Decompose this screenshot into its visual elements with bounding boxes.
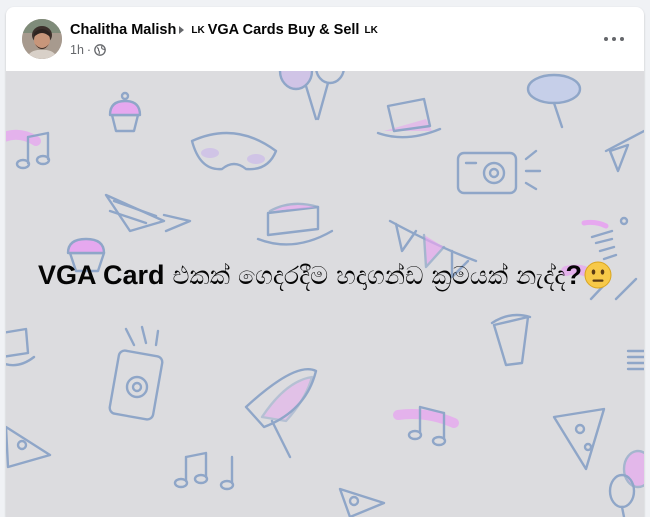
- post-text-question-mark: ?: [565, 260, 582, 290]
- post-text-body: එකක් ගෙදරදීම හදාගන්ඩ ක්‍රමයක් නැද්ද: [164, 261, 566, 290]
- flag-label: LK: [191, 25, 205, 36]
- more-options-icon[interactable]: [598, 23, 630, 55]
- post-meta: Chalitha Malish LK VGA Cards Buy & Sell LK …: [70, 21, 381, 58]
- avatar[interactable]: [22, 19, 62, 59]
- post-time[interactable]: 1h: [70, 43, 84, 57]
- post-text: VGA Card එකක් ගෙදරදීම හදාගන්ඩ ක්‍රමයක් න…: [26, 253, 624, 298]
- post-title-line: Chalitha Malish LK VGA Cards Buy & Sell LK: [70, 21, 381, 39]
- neutral-face-emoji: [584, 261, 612, 289]
- post-header: Chalitha Malish LK VGA Cards Buy & Sell LK …: [6, 7, 644, 71]
- group-name[interactable]: VGA Cards Buy & Sell: [208, 22, 360, 38]
- post-text-highlight: VGA Card: [38, 260, 165, 290]
- author-name[interactable]: Chalitha Malish: [70, 22, 176, 38]
- post-background: VGA Card එකක් ගෙදරදීම හදාගන්ඩ ක්‍රමයක් න…: [6, 71, 644, 517]
- post-card: Chalitha Malish LK VGA Cards Buy & Sell LK …: [6, 7, 644, 517]
- globe-icon[interactable]: [94, 44, 106, 56]
- separator: ·: [86, 43, 92, 57]
- avatar-image: [22, 19, 62, 59]
- flag-label: LK: [364, 25, 378, 36]
- caret-right-icon: [179, 26, 185, 34]
- post-subtitle-line: 1h ·: [70, 42, 381, 58]
